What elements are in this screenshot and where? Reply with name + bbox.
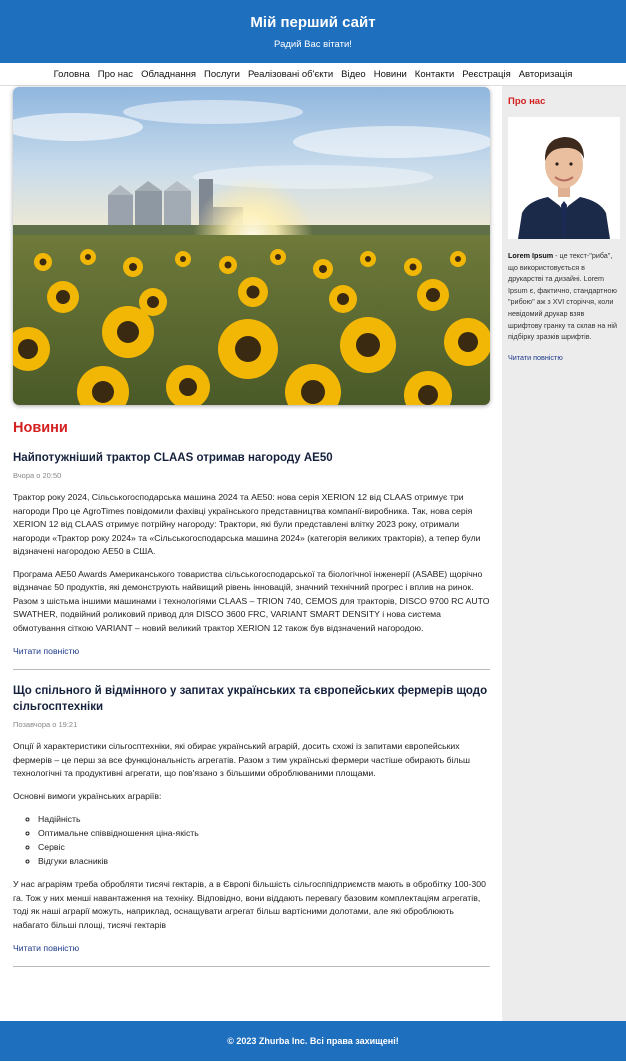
article-title: Що спільного й відмінного у запитах укра… [13, 685, 488, 713]
sidebar-text-body: - це текст-"риба", що використовується в… [508, 251, 617, 342]
sidebar-text: Lorem Ipsum - це текст-"риба", що викори… [508, 250, 620, 343]
article-date: Вчора о 20:50 [13, 471, 62, 480]
sidebar-title: Про нас [508, 96, 546, 107]
site-title: Мій перший сайт [250, 14, 376, 31]
footer-copyright: © 2023 Zhurba Inc. Всі права захищені! [227, 1036, 399, 1046]
list-item: Сервіс [38, 840, 490, 854]
article-date: Позавчора о 19:21 [13, 720, 78, 729]
sidebar-text-bold: Lorem Ipsum [508, 251, 554, 260]
nav-item-projects[interactable]: Реалізовані об'єкти [244, 69, 337, 80]
sidebar-read-more-link[interactable]: Читати повністю [508, 353, 563, 362]
article-title: Найпотужніший трактор CLAAS отримав наго… [13, 452, 333, 464]
article-divider [13, 669, 490, 670]
nav-item-equipment[interactable]: Обладнання [137, 69, 200, 80]
site-footer: © 2023 Zhurba Inc. Всі права захищені! [0, 1021, 626, 1061]
nav-item-registration[interactable]: Реєстрація [458, 69, 514, 80]
article-paragraph: Основні вимоги українських аграріїв: [13, 790, 162, 801]
requirements-list: Надійність Оптимальне співвідношення цін… [38, 812, 490, 868]
list-item: Надійність [38, 812, 490, 826]
nav-item-contacts[interactable]: Контакти [411, 69, 459, 80]
list-item: Відгуки власників [38, 854, 490, 868]
main-nav: Головна Про нас Обладнання Послуги Реалі… [0, 63, 626, 86]
nav-item-news[interactable]: Новини [370, 69, 411, 80]
list-item: Оптимальне співвідношення ціна-якість [38, 826, 490, 840]
nav-item-about[interactable]: Про нас [94, 69, 137, 80]
article-paragraph: Трактор року 2024, Сільськогосподарська … [13, 492, 481, 556]
site-header: Мій перший сайт Радий Вас вітати! [0, 0, 626, 63]
article-paragraph: У нас аграріям треба обробляти тисячі ге… [13, 879, 486, 930]
nav-item-services[interactable]: Послуги [200, 69, 244, 80]
article-paragraph: Програма AE50 Awards Американського това… [13, 568, 490, 633]
news-section-title: Новини [13, 420, 68, 436]
nav-item-home[interactable]: Головна [50, 69, 94, 80]
sidebar: Про нас Lorem Ipsum - це текст-"риба", щ… [502, 86, 626, 1042]
read-more-link[interactable]: Читати повністю [13, 646, 79, 656]
content-wrapper: Новини Найпотужніший трактор CLAAS отрим… [0, 86, 626, 1042]
article-divider [13, 966, 490, 967]
read-more-link[interactable]: Читати повністю [13, 943, 79, 953]
avatar [508, 117, 620, 239]
news-article: Найпотужніший трактор CLAAS отримав наго… [13, 450, 490, 656]
nav-item-video[interactable]: Відео [337, 69, 370, 80]
nav-item-login[interactable]: Авторизація [515, 69, 577, 80]
hero-image [13, 87, 490, 405]
news-article: Що спільного й відмінного у запитах укра… [13, 683, 490, 953]
main-content: Новини Найпотужніший трактор CLAAS отрим… [0, 86, 502, 1042]
article-paragraph: Опції й характеристики сільгосптехніки, … [13, 741, 471, 778]
site-tagline: Радий Вас вітати! [274, 39, 352, 50]
